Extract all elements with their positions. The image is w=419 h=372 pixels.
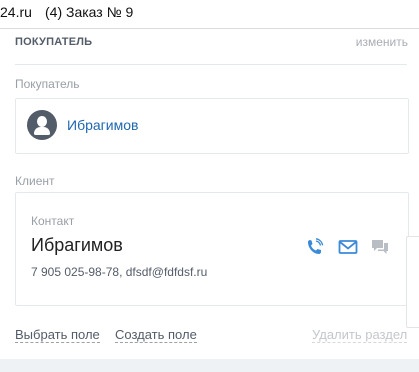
side-panel-tab[interactable] — [406, 236, 419, 328]
create-field-link[interactable]: Создать поле — [115, 327, 197, 343]
edit-link[interactable]: изменить — [356, 35, 408, 49]
window-titlebar: 24.ru (4) Заказ № 9 — [0, 0, 419, 29]
buyer-field: Ибрагимов — [15, 98, 409, 154]
tab-title: (4) Заказ № 9 — [45, 4, 134, 20]
client-label: Клиент — [15, 174, 55, 188]
contact-name[interactable]: Ибрагимов — [31, 235, 123, 256]
avatar-icon — [27, 110, 57, 140]
contact-info: 7 905 025-98-78, dfsdf@fdfdsf.ru — [31, 265, 208, 279]
page-background — [0, 359, 419, 372]
choose-field-link[interactable]: Выбрать поле — [15, 327, 100, 343]
buyer-card: ПОКУПАТЕЛЬ изменить Покупатель Ибрагимов… — [0, 29, 419, 359]
contact-label: Контакт — [31, 214, 75, 228]
buyer-label: Покупатель — [15, 77, 80, 91]
client-field: Контакт Ибрагимов 7 905 025-98-78, dfsdf… — [15, 192, 409, 306]
section-title: ПОКУПАТЕЛЬ — [15, 36, 93, 48]
buyer-name-link[interactable]: Ибрагимов — [67, 117, 138, 133]
email-icon[interactable] — [338, 238, 358, 256]
section-divider — [15, 64, 407, 65]
chat-icon[interactable] — [370, 238, 390, 256]
domain-fragment: 24.ru — [0, 4, 32, 20]
phone-icon[interactable] — [305, 238, 325, 256]
delete-section-link[interactable]: Удалить раздел — [312, 327, 408, 343]
